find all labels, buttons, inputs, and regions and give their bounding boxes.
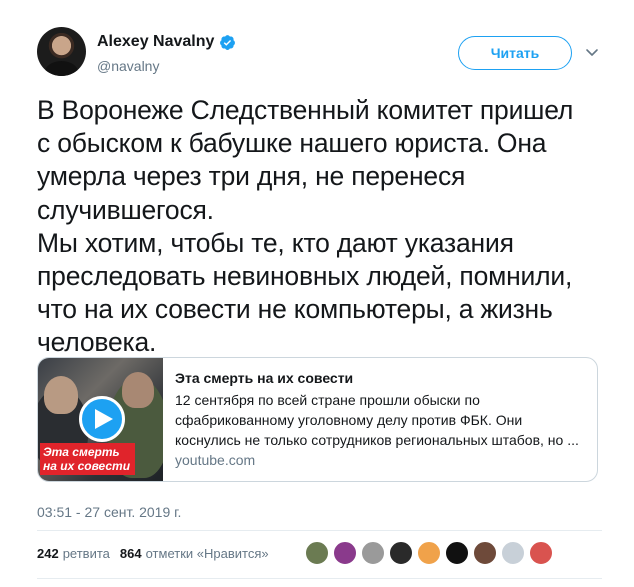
engagement-stats: 242 ретвита 864 отметки «Нравится»: [37, 546, 279, 561]
link-preview-card[interactable]: Эта смерть на их совести Эта смерть на и…: [37, 357, 598, 482]
tweet-timestamp[interactable]: 03:51 - 27 сент. 2019 г.: [37, 504, 181, 520]
video-thumbnail[interactable]: Эта смерть на их совести: [38, 358, 163, 481]
liker-avatar[interactable]: [417, 541, 441, 565]
liker-avatar[interactable]: [333, 541, 357, 565]
play-button[interactable]: [79, 396, 125, 442]
card-description: 12 сентября по всей стране прошли обыски…: [175, 392, 579, 448]
author-name-row: Alexey Navalny: [97, 33, 236, 51]
tweet-header: Alexey Navalny @navalny Читать: [37, 27, 602, 79]
divider: [37, 530, 602, 531]
card-title: Эта смерть на их совести: [175, 370, 354, 386]
play-icon: [95, 409, 113, 429]
liker-avatar[interactable]: [501, 541, 525, 565]
tweet-text: В Воронеже Следственный комитет пришел с…: [37, 95, 574, 358]
card-body: Эта смерть на их совести 12 сентября по …: [163, 358, 597, 481]
liker-avatar[interactable]: [445, 541, 469, 565]
divider: [37, 578, 602, 579]
likes-stat[interactable]: 864 отметки «Нравится»: [120, 546, 269, 561]
likes-count: 864: [119, 546, 142, 561]
liker-avatar[interactable]: [361, 541, 385, 565]
liker-avatar[interactable]: [305, 541, 329, 565]
liker-avatar[interactable]: [529, 541, 553, 565]
retweets-count: 242: [37, 546, 59, 561]
retweets-label: ретвита: [62, 546, 110, 561]
thumbnail-caption: Эта смерть на их совести: [40, 443, 135, 475]
follow-button[interactable]: Читать: [458, 36, 572, 70]
liker-avatar[interactable]: [389, 541, 413, 565]
card-domain: youtube.com: [175, 452, 256, 468]
liker-avatar[interactable]: [473, 541, 497, 565]
chevron-down-icon[interactable]: [584, 44, 600, 60]
author-avatar[interactable]: [37, 27, 86, 76]
likers-avatars: [305, 541, 557, 565]
verified-badge-icon: [220, 34, 236, 50]
likes-label: отметки «Нравится»: [145, 546, 269, 561]
author-handle[interactable]: @navalny: [97, 58, 159, 74]
author-name[interactable]: Alexey Navalny: [97, 33, 214, 51]
retweets-stat[interactable]: 242 ретвита: [37, 546, 110, 561]
